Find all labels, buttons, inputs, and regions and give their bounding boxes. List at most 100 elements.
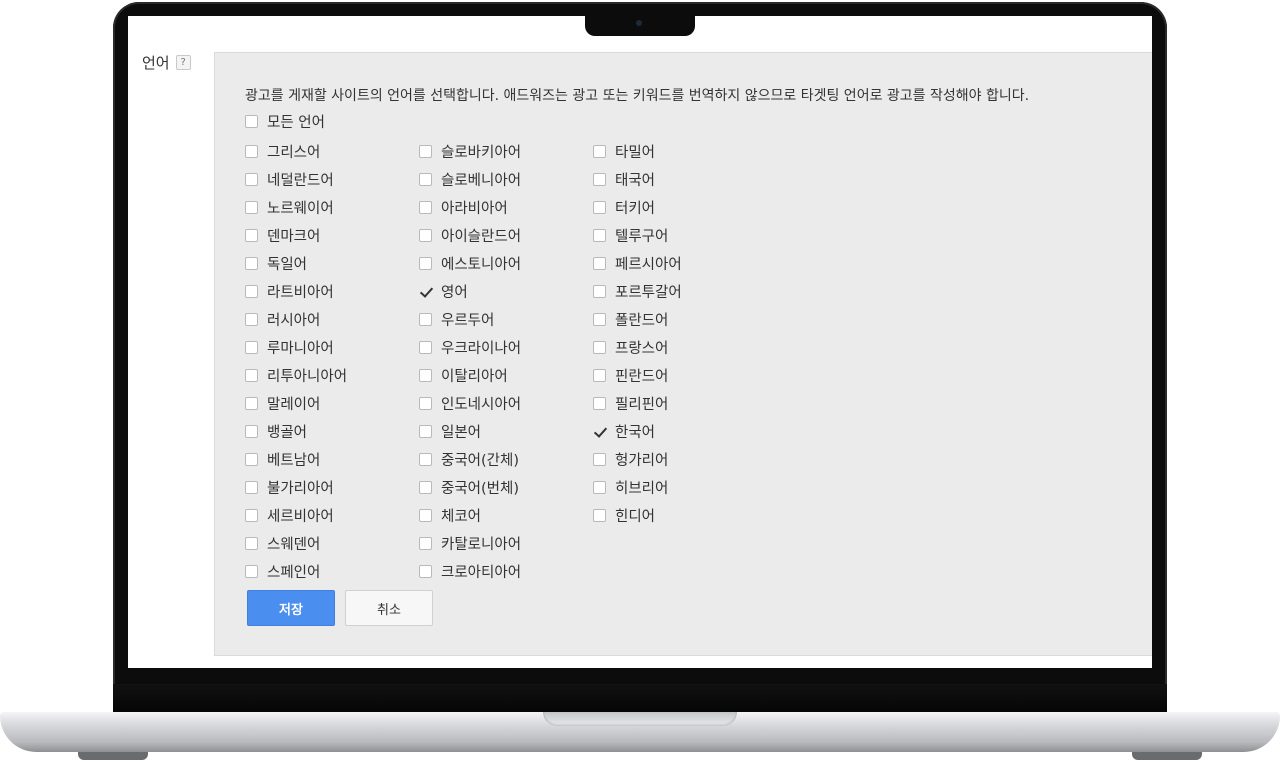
checkbox[interactable] (245, 228, 258, 242)
checkbox[interactable] (245, 396, 258, 410)
checkbox[interactable] (419, 452, 432, 466)
checkbox[interactable] (245, 480, 258, 494)
language-option[interactable]: 아라비아어 (419, 193, 589, 221)
language-option[interactable]: 포르투갈어 (593, 277, 763, 305)
checkbox[interactable] (419, 285, 432, 298)
checkbox[interactable] (593, 200, 606, 214)
language-option[interactable]: 일본어 (419, 417, 589, 445)
checkbox[interactable] (419, 340, 432, 354)
language-option[interactable]: 타밀어 (593, 137, 763, 165)
language-option[interactable]: 텔루구어 (593, 221, 763, 249)
option-label: 터키어 (615, 200, 656, 217)
checkbox[interactable] (419, 256, 432, 270)
language-option[interactable]: 루마니아어 (245, 333, 415, 361)
language-option[interactable]: 중국어(간체) (419, 445, 589, 473)
language-option[interactable]: 네덜란드어 (245, 165, 415, 193)
checkbox[interactable] (593, 172, 606, 186)
checkbox[interactable] (593, 480, 606, 494)
cancel-button[interactable]: 취소 (345, 590, 433, 626)
language-option[interactable]: 인도네시아어 (419, 389, 589, 417)
language-option[interactable]: 태국어 (593, 165, 763, 193)
checkbox[interactable] (419, 564, 432, 578)
save-button[interactable]: 저장 (247, 590, 335, 626)
language-option[interactable]: 영어 (419, 277, 589, 305)
checkbox[interactable] (593, 452, 606, 466)
checkbox[interactable] (419, 480, 432, 494)
language-option[interactable]: 그리스어 (245, 137, 415, 165)
language-option[interactable]: 말레이어 (245, 389, 415, 417)
language-option[interactable]: 덴마크어 (245, 221, 415, 249)
checkbox[interactable] (593, 228, 606, 242)
checkbox[interactable] (245, 424, 258, 438)
checkbox[interactable] (245, 368, 258, 382)
help-icon[interactable]: ? (175, 55, 191, 70)
option-label: 리투아니아어 (267, 368, 348, 385)
checkbox[interactable] (419, 396, 432, 410)
language-option[interactable]: 카탈로니아어 (419, 529, 589, 557)
all-languages-option[interactable]: 모든 언어 (245, 109, 325, 133)
checkbox[interactable] (419, 172, 432, 186)
language-option[interactable]: 히브리어 (593, 473, 763, 501)
language-option[interactable]: 슬로베니아어 (419, 165, 589, 193)
language-option[interactable]: 노르웨이어 (245, 193, 415, 221)
language-option[interactable]: 뱅골어 (245, 417, 415, 445)
checkbox[interactable] (245, 114, 258, 128)
checkbox[interactable] (593, 425, 606, 438)
checkbox[interactable] (593, 396, 606, 410)
language-option[interactable]: 우크라이나어 (419, 333, 589, 361)
checkbox[interactable] (419, 228, 432, 242)
language-option[interactable]: 러시아어 (245, 305, 415, 333)
option-label: 페르시아어 (615, 256, 682, 273)
language-option[interactable]: 리투아니아어 (245, 361, 415, 389)
checkbox[interactable] (245, 564, 258, 578)
language-option[interactable]: 중국어(번체) (419, 473, 589, 501)
checkbox[interactable] (593, 368, 606, 382)
language-option[interactable]: 헝가리어 (593, 445, 763, 473)
checkbox[interactable] (419, 144, 432, 158)
language-option[interactable]: 스페인어 (245, 557, 415, 585)
language-option[interactable]: 아이슬란드어 (419, 221, 589, 249)
language-option[interactable]: 크로아티아어 (419, 557, 589, 585)
checkbox[interactable] (245, 536, 258, 550)
language-option[interactable]: 라트비아어 (245, 277, 415, 305)
language-option[interactable]: 필리핀어 (593, 389, 763, 417)
checkbox[interactable] (593, 256, 606, 270)
checkbox[interactable] (419, 508, 432, 522)
checkbox[interactable] (593, 340, 606, 354)
checkbox[interactable] (593, 144, 606, 158)
checkbox[interactable] (419, 312, 432, 326)
checkbox[interactable] (245, 172, 258, 186)
checkbox[interactable] (419, 200, 432, 214)
checkbox[interactable] (245, 144, 258, 158)
language-option[interactable]: 체코어 (419, 501, 589, 529)
language-option[interactable]: 불가리아어 (245, 473, 415, 501)
language-option[interactable]: 세르비아어 (245, 501, 415, 529)
checkbox[interactable] (245, 200, 258, 214)
language-option[interactable]: 에스토니아어 (419, 249, 589, 277)
checkbox[interactable] (419, 424, 432, 438)
checkbox[interactable] (245, 508, 258, 522)
language-option[interactable]: 폴란드어 (593, 305, 763, 333)
checkbox[interactable] (419, 368, 432, 382)
checkbox[interactable] (593, 312, 606, 326)
checkbox[interactable] (245, 256, 258, 270)
language-option[interactable]: 베트남어 (245, 445, 415, 473)
language-option[interactable]: 페르시아어 (593, 249, 763, 277)
checkbox[interactable] (245, 284, 258, 298)
checkbox[interactable] (593, 284, 606, 298)
language-option[interactable]: 슬로바키아어 (419, 137, 589, 165)
language-option[interactable]: 스웨덴어 (245, 529, 415, 557)
checkbox[interactable] (419, 536, 432, 550)
language-option[interactable]: 이탈리아어 (419, 361, 589, 389)
language-option[interactable]: 독일어 (245, 249, 415, 277)
language-option[interactable]: 힌디어 (593, 501, 763, 529)
language-option[interactable]: 프랑스어 (593, 333, 763, 361)
checkbox[interactable] (593, 508, 606, 522)
language-option[interactable]: 핀란드어 (593, 361, 763, 389)
language-option[interactable]: 터키어 (593, 193, 763, 221)
checkbox[interactable] (245, 312, 258, 326)
language-option[interactable]: 한국어 (593, 417, 763, 445)
language-option[interactable]: 우르두어 (419, 305, 589, 333)
checkbox[interactable] (245, 452, 258, 466)
checkbox[interactable] (245, 340, 258, 354)
